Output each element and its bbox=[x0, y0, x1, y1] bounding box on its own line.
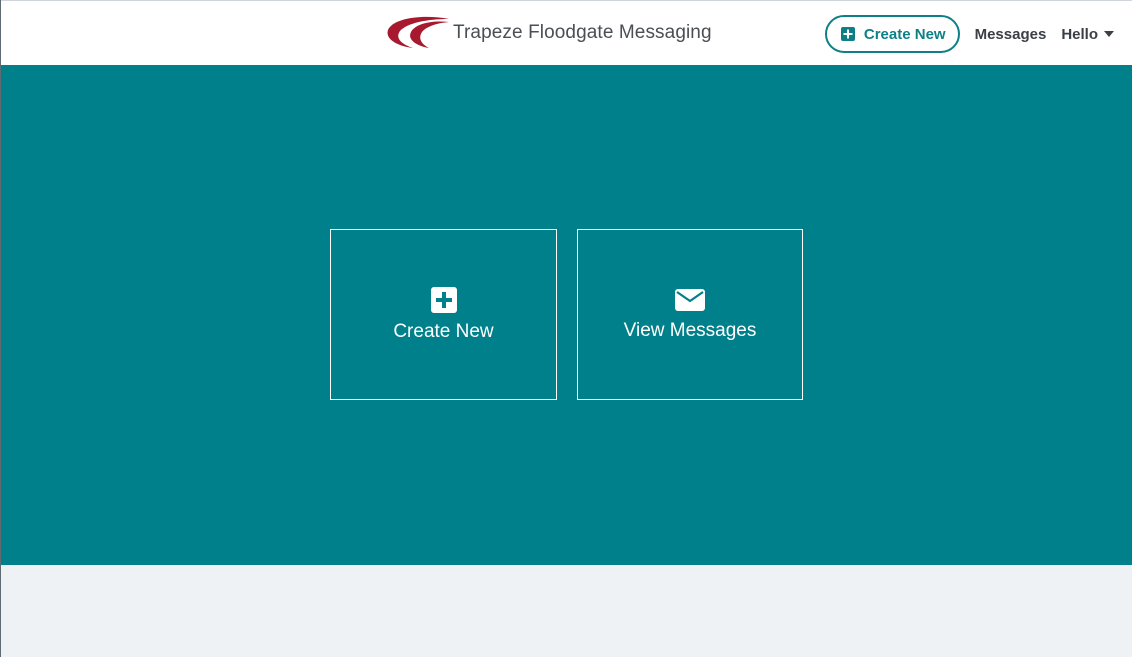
plus-square-icon bbox=[430, 286, 457, 313]
hero-section: Create New View Messages bbox=[1, 65, 1132, 565]
create-new-button[interactable]: Create New bbox=[824, 15, 960, 53]
top-navbar: Trapeze Floodgate Messaging Create New M… bbox=[1, 0, 1132, 65]
create-new-tile[interactable]: Create New bbox=[330, 229, 557, 400]
trapeze-logo-icon bbox=[387, 16, 449, 48]
nav-menu: Create New Messages Hello bbox=[824, 14, 1114, 54]
caret-down-icon bbox=[1104, 31, 1114, 37]
create-new-tile-label: Create New bbox=[393, 320, 494, 342]
envelope-icon bbox=[675, 288, 705, 311]
plus-square-icon bbox=[840, 27, 855, 41]
create-new-label: Create New bbox=[863, 25, 946, 43]
view-messages-tile-label: View Messages bbox=[623, 319, 757, 341]
messages-link[interactable]: Messages bbox=[975, 26, 1047, 43]
brand[interactable]: Trapeze Floodgate Messaging bbox=[385, 15, 712, 51]
user-greeting: Hello bbox=[1061, 25, 1098, 43]
view-messages-tile[interactable]: View Messages bbox=[577, 229, 803, 400]
user-menu-dropdown[interactable]: Hello bbox=[1061, 26, 1114, 43]
app-title: Trapeze Floodgate Messaging bbox=[453, 22, 712, 43]
